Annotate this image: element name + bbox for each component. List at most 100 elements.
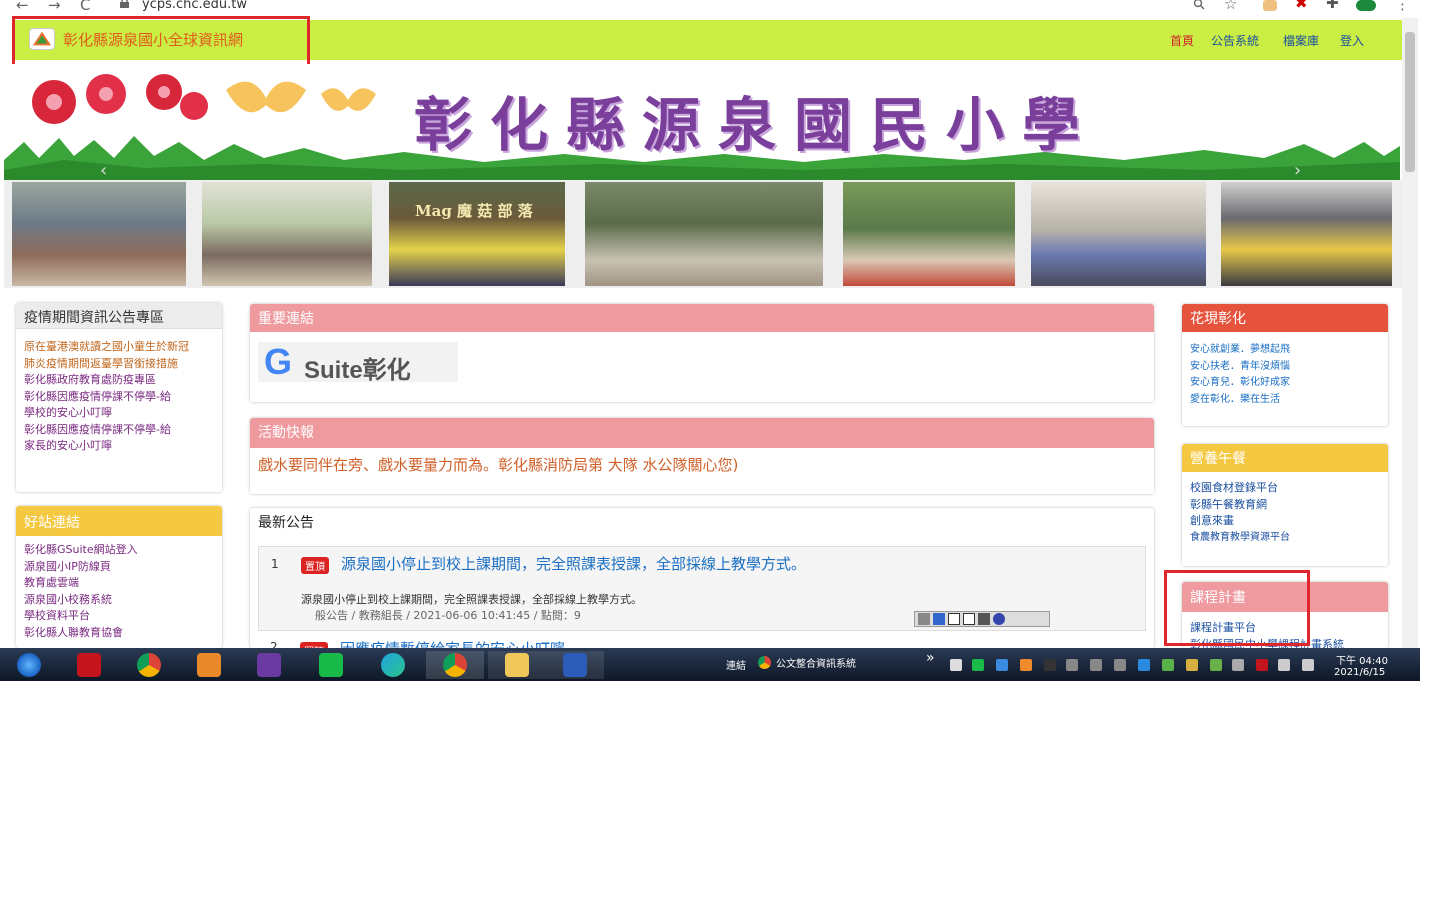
nav-announcements[interactable]: 公告系統: [1211, 32, 1259, 49]
gsuite-label: Suite彰化: [304, 357, 411, 384]
puzzle-icon[interactable]: ✚: [1326, 0, 1339, 12]
media-player-icon: [197, 653, 221, 677]
browser-toolbar: ← → C ycps.chc.edu.tw ☆ ✖ ✚ ⋮: [0, 0, 1420, 16]
link-gsuite-login[interactable]: 彰化縣GSuite網站登入: [24, 542, 214, 559]
photo-mushroom-tribe[interactable]: Mag 魔 菇 部 落: [389, 182, 565, 286]
tray-update-icon[interactable]: [1210, 659, 1222, 671]
tray-image-icon[interactable]: [1090, 659, 1102, 671]
link-epidemic-4b[interactable]: 家長的安心小叮嚀: [24, 438, 214, 455]
nav-login[interactable]: 登入: [1340, 32, 1364, 49]
extension-icon[interactable]: [1263, 0, 1277, 11]
link-epidemic-1b[interactable]: 肺炎疫情期間返臺學習銜接措施: [24, 356, 214, 373]
tray-shield-icon[interactable]: [1162, 659, 1174, 671]
link-agri-edu[interactable]: 食農教育教學資源平台: [1190, 530, 1380, 547]
carousel-next-icon[interactable]: ›: [1294, 160, 1301, 181]
butterflies-decoration: [226, 81, 376, 113]
tray-image-icon[interactable]: [1066, 659, 1078, 671]
link-ip-page[interactable]: 源泉國小IP防線頁: [24, 559, 214, 576]
reload-button[interactable]: C: [80, 0, 90, 14]
tray-line-icon[interactable]: [972, 659, 984, 671]
news-item[interactable]: 2 置頂 因應疫情暫停給家長的安心小叮嚀: [258, 634, 1146, 648]
taskbar-media[interactable]: [180, 651, 238, 679]
tray-device-icon[interactable]: [1232, 659, 1244, 671]
photo-dance[interactable]: [202, 182, 372, 286]
gsuite-banner-link[interactable]: G Suite彰化: [258, 341, 458, 384]
link-epidemic-3[interactable]: 彰化縣因應疫情停課不停學-給: [24, 389, 214, 406]
search-icon[interactable]: [1193, 0, 1205, 10]
photo-students[interactable]: [1221, 182, 1392, 286]
tray-monitor-icon[interactable]: [1278, 659, 1290, 671]
banner: 彰化縣源泉國民小學: [4, 64, 1400, 180]
help-icon[interactable]: [993, 613, 1005, 625]
link-school-data[interactable]: 學校資料平台: [24, 608, 214, 625]
taskbar-vs[interactable]: [240, 651, 298, 679]
link-edu-association[interactable]: 彰化縣人聯教育協會: [24, 625, 214, 642]
font-icon[interactable]: [948, 613, 960, 625]
link-food-registry[interactable]: 校園食材登錄平台: [1190, 480, 1380, 497]
news-item[interactable]: 1 置頂 源泉國小停止到校上課期間，完全照課表授課，全部採線上教學方式。 源泉國…: [258, 546, 1146, 631]
photo-carousel[interactable]: ‹ › Mag 魔 菇 部 落: [4, 160, 1402, 288]
photo-outdoor[interactable]: [843, 182, 1015, 286]
link-creative[interactable]: 創意來畫: [1190, 513, 1380, 530]
carousel-prev-icon[interactable]: ‹: [100, 160, 107, 181]
link-school-admin[interactable]: 源泉國小校務系統: [24, 592, 214, 609]
link-entrepreneur[interactable]: 安心就創業．夢想起飛: [1190, 342, 1380, 359]
taskbar-word[interactable]: [546, 651, 604, 679]
photo-tree-group[interactable]: [585, 182, 823, 286]
menu-icon[interactable]: ⋮: [1395, 0, 1410, 13]
link-elderly[interactable]: 安心扶老．青年沒煩惱: [1190, 359, 1380, 376]
link-edu-cloud[interactable]: 教育處雲端: [24, 575, 214, 592]
tray-network-icon[interactable]: [996, 659, 1008, 671]
address-bar[interactable]: ycps.chc.edu.tw: [142, 0, 247, 12]
tray-tool-icon[interactable]: [1044, 659, 1056, 671]
tray-acrobat-icon[interactable]: [1256, 659, 1268, 671]
news-headline-link[interactable]: 源泉國小停止到校上課期間，完全照課表授課，全部採線上教學方式。: [341, 553, 806, 574]
panel-important-links-title: 重要連結: [250, 304, 1154, 332]
link-childcare[interactable]: 安心育兒．彰化好成家: [1190, 375, 1380, 392]
taskbar-chrome-active[interactable]: [426, 651, 484, 679]
grid-icon[interactable]: [918, 613, 930, 625]
nav-file-library[interactable]: 檔案庫: [1283, 32, 1319, 49]
clock-date[interactable]: 2021/6/15: [1334, 667, 1385, 678]
tray-cloud-icon[interactable]: [1138, 659, 1150, 671]
link-epidemic-2[interactable]: 彰化縣政府教育處防疫專區: [24, 372, 214, 389]
start-button[interactable]: [0, 651, 58, 679]
forward-button[interactable]: →: [48, 0, 61, 14]
taskbar-chrome[interactable]: [120, 651, 178, 679]
link-epidemic-1[interactable]: 原在臺港澳就讀之國小童生於新冠: [24, 339, 214, 356]
taskbar-edge[interactable]: [364, 651, 422, 679]
taskbar-link-doc-system[interactable]: 公文整合資訊系統: [776, 655, 856, 670]
star-icon[interactable]: ☆: [1224, 0, 1237, 13]
list-icon[interactable]: [978, 613, 990, 625]
taskbar-overflow-chevron-icon[interactable]: »: [926, 650, 935, 666]
tray-user-icon[interactable]: [950, 659, 962, 671]
taskbar-line[interactable]: [302, 651, 360, 679]
clock-time[interactable]: 下午 04:40: [1336, 652, 1388, 667]
taskbar-acrobat[interactable]: [60, 651, 118, 679]
text-toolbar: [914, 611, 1050, 627]
volume-icon[interactable]: [1302, 659, 1314, 671]
scroll-thumb[interactable]: [1405, 32, 1415, 172]
taskbar-explorer[interactable]: [488, 651, 546, 679]
link-epidemic-4[interactable]: 彰化縣因應疫情停課不停學-給: [24, 422, 214, 439]
news-headline-link[interactable]: 因應疫情暫停給家長的安心小叮嚀: [340, 638, 565, 648]
tray-app-icon[interactable]: [1020, 659, 1032, 671]
folder-icon: [505, 653, 529, 677]
panel-epidemic-info: 疫情期間資訊公告專區 原在臺港澳就讀之國小童生於新冠 肺炎疫情期間返臺學習銜接措…: [16, 303, 222, 492]
edit-icon[interactable]: [933, 613, 945, 625]
nav-home[interactable]: 首頁: [1170, 32, 1194, 49]
page-icon[interactable]: [963, 613, 975, 625]
news-index: 2: [270, 640, 278, 648]
photo-bikes[interactable]: [1031, 182, 1206, 286]
link-lunch-edu[interactable]: 彰縣午餐教育網: [1190, 497, 1380, 514]
tray-image-icon[interactable]: [1114, 659, 1126, 671]
back-button[interactable]: ←: [16, 0, 29, 14]
link-love-changhua[interactable]: 愛在彰化．樂在生活: [1190, 392, 1380, 409]
photo-classroom[interactable]: [12, 182, 186, 286]
page-scrollbar[interactable]: [1402, 18, 1418, 648]
activity-marquee[interactable]: 戲水要同伴在旁、戲水要量力而為。彰化縣消防局第 大隊 水公隊關心您): [258, 454, 738, 475]
tray-box-icon[interactable]: [1186, 659, 1198, 671]
profile-avatar[interactable]: [1356, 0, 1376, 11]
link-epidemic-3b[interactable]: 學校的安心小叮嚀: [24, 405, 214, 422]
blocker-icon[interactable]: ✖: [1295, 0, 1308, 12]
